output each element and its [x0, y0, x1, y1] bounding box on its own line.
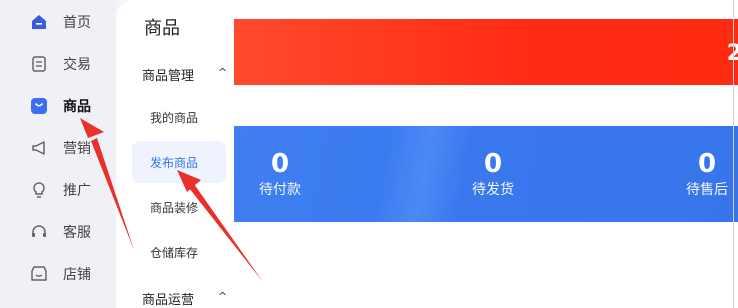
storefront-icon	[29, 264, 49, 284]
sidebar-item-service[interactable]: 客服	[0, 211, 116, 253]
stat-pending-payment[interactable]: 0 待付款	[235, 148, 325, 200]
promo-banner[interactable]: 2	[234, 19, 738, 85]
sidebar-item-label: 客服	[63, 225, 91, 241]
sidebar-item-home[interactable]: 首页	[0, 1, 116, 43]
lightbulb-icon	[29, 180, 49, 200]
sidebar-item-label: 首页	[63, 15, 91, 31]
window-edge	[733, 0, 734, 308]
group-header-product-operations[interactable]: 商品运营	[142, 289, 194, 308]
chevron-up-icon[interactable]: ^	[218, 290, 227, 303]
sidebar-item-label: 店铺	[63, 267, 91, 283]
stat-value: 0	[697, 149, 717, 179]
shopping-bag-icon	[29, 96, 49, 116]
menu-item-my-products[interactable]: 我的商品	[132, 96, 226, 138]
receipt-icon	[29, 54, 49, 74]
home-icon	[29, 12, 49, 32]
sidebar-item-products[interactable]: 商品	[0, 85, 116, 127]
sidebar-item-label: 推广	[63, 183, 91, 199]
stat-label: 待售后	[686, 182, 728, 198]
menu-item-product-decoration[interactable]: 商品装修	[132, 186, 226, 228]
headset-icon	[29, 222, 49, 242]
submenu-title: 商品	[144, 18, 180, 39]
chevron-up-icon[interactable]: ^	[218, 66, 227, 79]
stat-value: 0	[483, 149, 503, 179]
sidebar-item-trade[interactable]: 交易	[0, 43, 116, 85]
stat-value: 0	[270, 149, 290, 179]
sidebar-item-store[interactable]: 店铺	[0, 253, 116, 295]
menu-item-publish-product[interactable]: 发布商品	[132, 141, 226, 183]
sidebar-item-marketing[interactable]: 营销	[0, 127, 116, 169]
stat-label: 待发货	[472, 182, 514, 198]
sidebar-item-promotion[interactable]: 推广	[0, 169, 116, 211]
stat-label: 待付款	[259, 182, 301, 198]
main-content: 2 0 待付款 0 待发货 0 待售后	[234, 0, 738, 308]
secondary-menu: 商品 商品管理 ^ 我的商品 发布商品 商品装修 仓储库存 商品运营 ^	[116, 0, 234, 308]
sidebar-item-label: 商品	[63, 99, 91, 115]
sidebar-item-label: 交易	[63, 57, 91, 73]
primary-sidebar: 首页 交易 商品 营销 推广 客服 店铺	[0, 0, 116, 308]
order-stats-card: 0 待付款 0 待发货 0 待售后	[234, 126, 738, 222]
megaphone-icon	[29, 138, 49, 158]
menu-item-inventory[interactable]: 仓储库存	[132, 231, 226, 273]
group-header-product-management[interactable]: 商品管理	[142, 65, 194, 84]
stat-pending-shipment[interactable]: 0 待发货	[448, 148, 538, 200]
sidebar-item-label: 营销	[63, 141, 91, 157]
stat-after-sales[interactable]: 0 待售后	[662, 148, 738, 200]
